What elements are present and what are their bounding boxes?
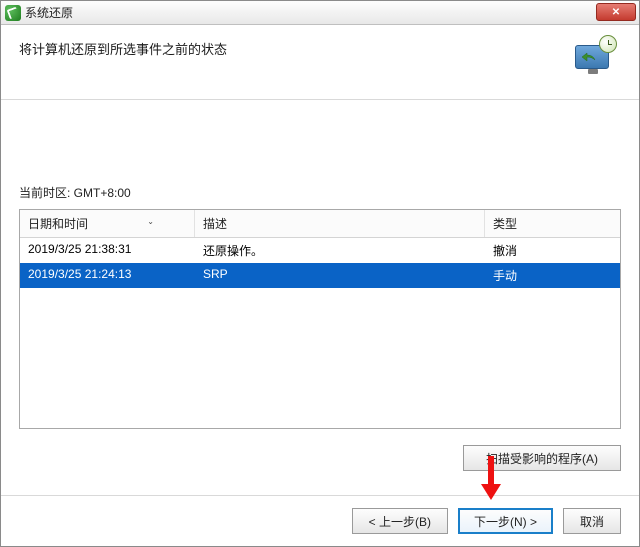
table-row[interactable]: 2019/3/25 21:38:31还原操作。撤消: [20, 238, 620, 263]
content-area: 当前时区: GMT+8:00 日期和时间 ⌄ 描述 类型 2019/3/25 2…: [1, 100, 639, 495]
cell-desc: 还原操作。: [195, 238, 485, 263]
instruction-text: 将计算机还原到所选事件之前的状态: [19, 37, 573, 58]
clock-icon: [599, 35, 617, 53]
restore-points-grid[interactable]: 日期和时间 ⌄ 描述 类型 2019/3/25 21:38:31还原操作。撤消2…: [19, 209, 621, 429]
scan-button-row: 扫描受影响的程序(A): [19, 429, 621, 471]
col-header-desc[interactable]: 描述: [195, 210, 485, 237]
col-header-date-label: 日期和时间: [28, 217, 88, 231]
cell-date: 2019/3/25 21:38:31: [20, 238, 195, 263]
grid-body: 2019/3/25 21:38:31还原操作。撤消2019/3/25 21:24…: [20, 238, 620, 288]
titlebar: 系统还原 ✕: [1, 1, 639, 25]
scan-affected-button[interactable]: 扫描受影响的程序(A): [463, 445, 621, 471]
cell-type: 撤消: [485, 238, 620, 263]
restore-icon: [573, 37, 615, 79]
cell-type: 手动: [485, 263, 620, 288]
system-restore-window: 系统还原 ✕ 将计算机还原到所选事件之前的状态 当前时区: GMT+8:00 日…: [0, 0, 640, 547]
sort-indicator-icon: ⌄: [147, 217, 154, 226]
close-button[interactable]: ✕: [596, 3, 636, 21]
cell-date: 2019/3/25 21:24:13: [20, 263, 195, 288]
cancel-button[interactable]: 取消: [563, 508, 621, 534]
restore-app-icon: [5, 5, 21, 21]
back-button[interactable]: < 上一步(B): [352, 508, 448, 534]
timezone-label: 当前时区: GMT+8:00: [19, 184, 621, 201]
window-title: 系统还原: [25, 4, 73, 21]
grid-header: 日期和时间 ⌄ 描述 类型: [20, 210, 620, 238]
footer-buttons: < 上一步(B) 下一步(N) > 取消: [1, 495, 639, 546]
undo-arrow-icon: [579, 51, 597, 61]
header-panel: 将计算机还原到所选事件之前的状态: [1, 25, 639, 100]
col-header-desc-label: 描述: [203, 217, 227, 231]
col-header-type[interactable]: 类型: [485, 210, 620, 237]
next-button[interactable]: 下一步(N) >: [458, 508, 553, 534]
table-row[interactable]: 2019/3/25 21:24:13SRP手动: [20, 263, 620, 288]
cell-desc: SRP: [195, 263, 485, 288]
close-icon: ✕: [612, 7, 620, 18]
col-header-type-label: 类型: [493, 217, 517, 231]
col-header-date[interactable]: 日期和时间 ⌄: [20, 210, 195, 237]
